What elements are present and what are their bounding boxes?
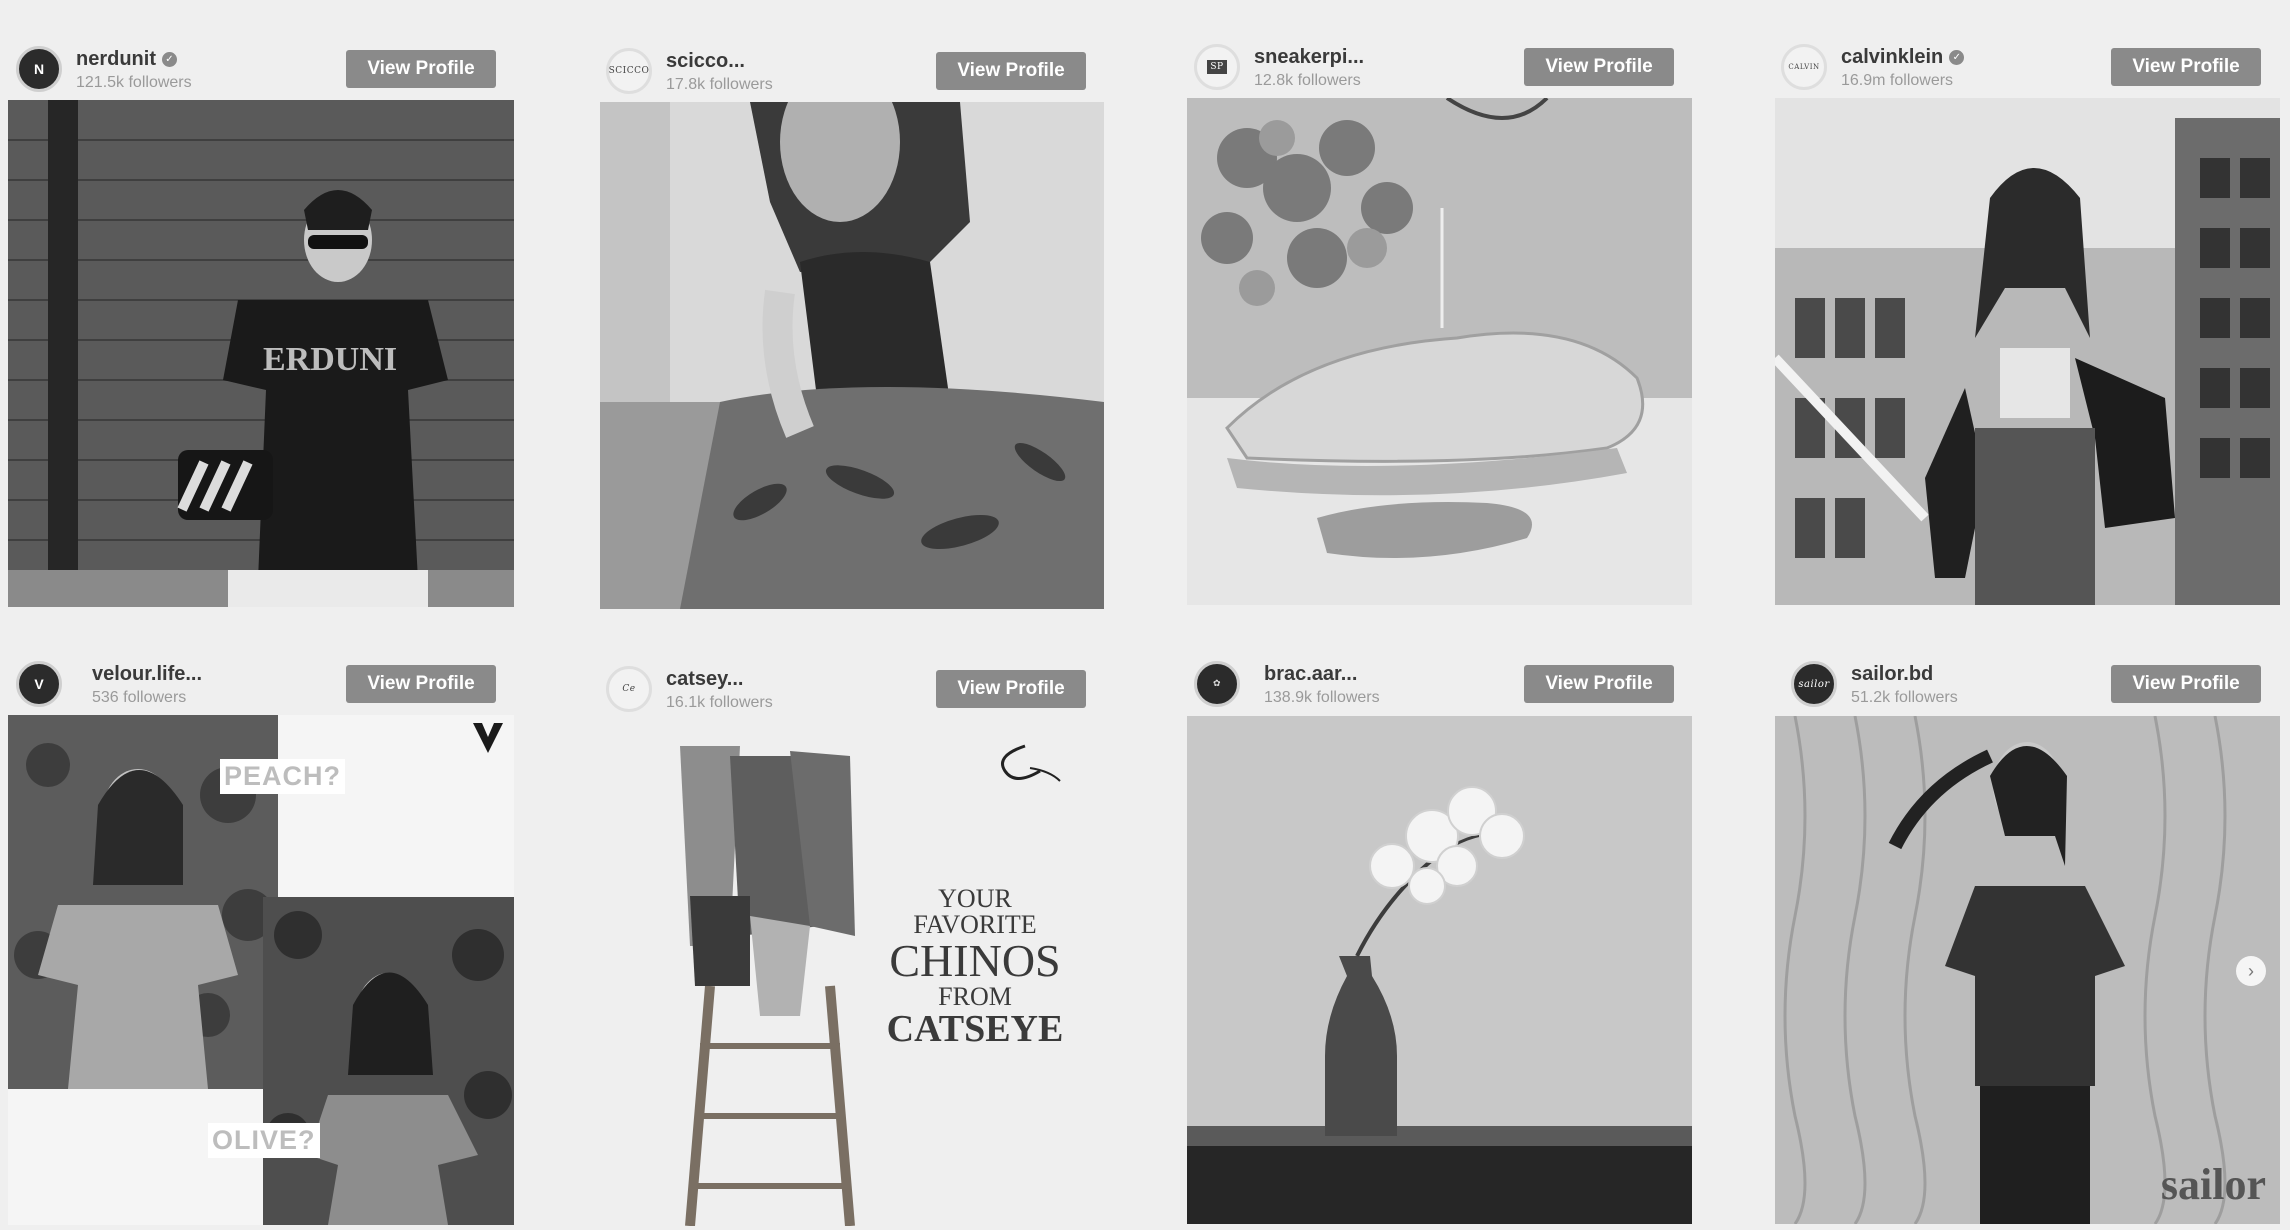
view-profile-button[interactable]: View Profile — [1524, 48, 1674, 86]
overlay-text-peach: PEACH? — [220, 759, 346, 794]
influencer-grid: N nerdunit ✓ 121.5k followers View Profil… — [0, 0, 2290, 1230]
post-image[interactable]: › sailor — [1775, 716, 2280, 1224]
view-profile-button[interactable]: View Profile — [1524, 665, 1674, 703]
username[interactable]: sailor.bd — [1851, 663, 1933, 686]
verified-badge-icon: ✓ — [162, 52, 177, 67]
velour-logo-icon[interactable]: V — [16, 661, 62, 707]
card-header: ✿ brac.aar... 138.9k followers View Prof… — [1178, 655, 1688, 715]
profile-card-calvinklein: CALVIN calvinklein ✓ 16.9m followers View… — [1765, 38, 2280, 605]
headline-line: CATSEYE — [886, 1008, 1064, 1050]
username[interactable]: calvinklein ✓ — [1841, 46, 1965, 69]
view-profile-button[interactable]: View Profile — [2111, 48, 2261, 86]
catseye-headline: YOUR FAVORITE CHINOS FROM CATSEYE — [870, 884, 1080, 1050]
followers-count: 138.9k followers — [1264, 689, 1380, 706]
followers-count: 12.8k followers — [1254, 72, 1361, 89]
card-header: V velour.life... 536 followers View Prof… — [0, 655, 510, 715]
post-image[interactable]: YOUR FAVORITE CHINOS FROM CATSEYE — [600, 716, 1104, 1226]
view-profile-button[interactable]: View Profile — [936, 52, 1086, 90]
profile-card-brac: ✿ brac.aar... 138.9k followers View Prof… — [1178, 655, 1692, 1224]
username[interactable]: velour.life... — [92, 663, 202, 686]
card-header: SP sneakerpi... 12.8k followers View Pro… — [1178, 38, 1688, 98]
profile-card-nerdunit: N nerdunit ✓ 121.5k followers View Profil… — [0, 40, 514, 607]
view-profile-button[interactable]: View Profile — [936, 670, 1086, 708]
view-profile-button[interactable]: View Profile — [346, 50, 496, 88]
view-profile-button[interactable]: View Profile — [2111, 665, 2261, 703]
username[interactable]: brac.aar... — [1264, 663, 1357, 686]
followers-count: 121.5k followers — [76, 74, 192, 91]
followers-count: 536 followers — [92, 689, 187, 706]
card-header: N nerdunit ✓ 121.5k followers View Profil… — [0, 40, 510, 100]
followers-count: 17.8k followers — [666, 76, 773, 93]
post-image[interactable] — [1775, 98, 2280, 605]
profile-card-velour: V velour.life... 536 followers View Prof… — [0, 655, 514, 1225]
username[interactable]: scicco... — [666, 50, 745, 73]
profile-card-scicco: SCICCO scicco... 17.8k followers View Pr… — [590, 42, 1104, 609]
card-header: sailor sailor.bd 51.2k followers View Pr… — [1765, 655, 2275, 715]
verified-badge-icon: ✓ — [1949, 50, 1965, 65]
followers-count: 51.2k followers — [1851, 689, 1958, 706]
view-profile-button[interactable]: View Profile — [346, 665, 496, 703]
profile-card-catseye: Ce catsey... 16.1k followers View Profil… — [590, 660, 1104, 1226]
sailor-logo-icon[interactable]: sailor — [1791, 661, 1837, 707]
profile-card-sneakerpi: SP sneakerpi... 12.8k followers View Pro… — [1178, 38, 1692, 605]
card-header: SCICCO scicco... 17.8k followers View Pr… — [590, 42, 1100, 102]
followers-count: 16.9m followers — [1841, 72, 1954, 89]
card-header: CALVIN calvinklein ✓ 16.9m followers View… — [1765, 38, 2275, 98]
profile-card-sailor: sailor sailor.bd 51.2k followers View Pr… — [1765, 655, 2280, 1224]
post-image[interactable]: PEACH? OLIVE? — [8, 715, 514, 1225]
sailor-logo: sailor — [2160, 1160, 2266, 1209]
card-header: Ce catsey... 16.1k followers View Profil… — [590, 660, 1100, 720]
headline-line: CHINOS — [889, 935, 1061, 986]
overlay-text-olive: OLIVE? — [208, 1123, 320, 1158]
post-image[interactable] — [1187, 716, 1692, 1224]
svg-text:ERDUNI: ERDUNI — [263, 341, 397, 378]
scicco-logo-icon[interactable]: SCICCO — [606, 48, 652, 94]
catseye-logo-icon[interactable]: Ce — [606, 666, 652, 712]
post-image[interactable] — [600, 102, 1104, 609]
headline-line: FROM — [938, 982, 1012, 1011]
post-image[interactable] — [1187, 98, 1692, 605]
username[interactable]: catsey... — [666, 668, 743, 691]
nerdunit-logo-icon[interactable]: N — [16, 46, 62, 92]
followers-count: 16.1k followers — [666, 694, 773, 711]
headline-line: YOUR — [938, 884, 1012, 913]
sneakerpi-logo-icon[interactable]: SP — [1194, 44, 1240, 90]
calvinklein-logo-icon[interactable]: CALVIN — [1781, 44, 1827, 90]
brac-logo-icon[interactable]: ✿ — [1194, 661, 1240, 707]
username[interactable]: sneakerpi... — [1254, 46, 1364, 69]
chevron-right-icon[interactable]: › — [2236, 956, 2266, 986]
post-image[interactable]: ERDUNI — [8, 100, 514, 607]
username[interactable]: nerdunit ✓ — [76, 48, 177, 71]
